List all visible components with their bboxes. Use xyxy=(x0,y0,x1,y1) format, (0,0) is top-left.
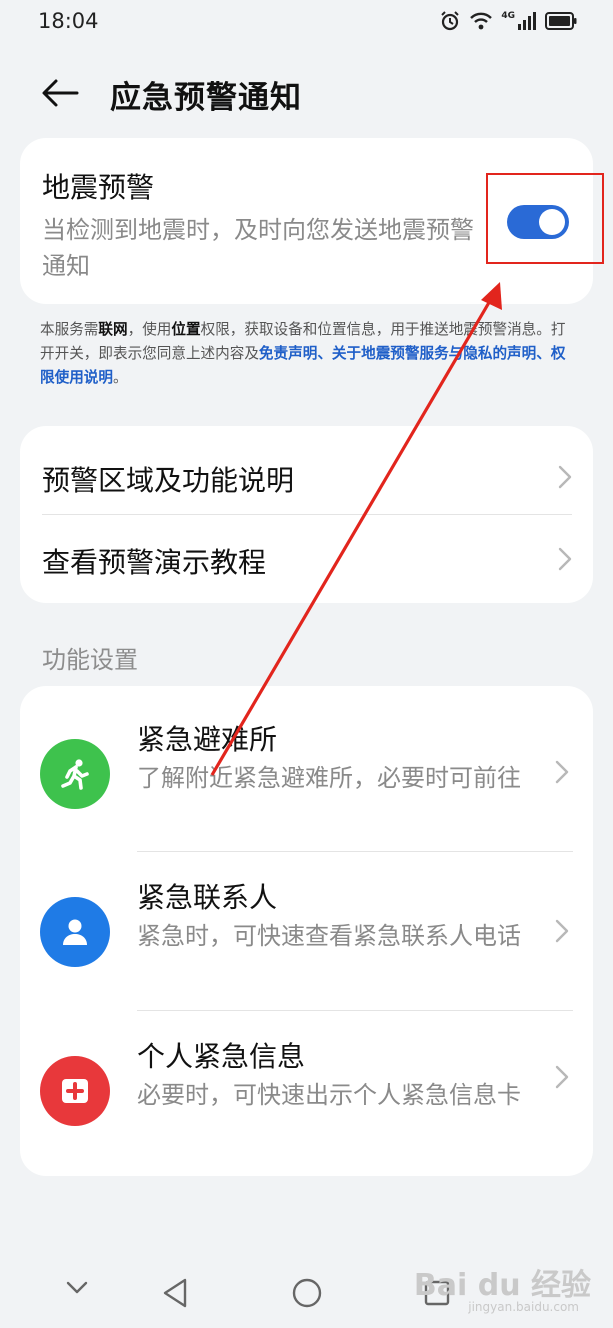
earthquake-warning-title: 地震预警 xyxy=(42,171,155,204)
wifi-icon xyxy=(469,11,493,31)
emergency-contact-item[interactable]: 紧急联系人 紧急时，可快速查看紧急联系人电话 xyxy=(20,852,593,1012)
annotation-highlight-box xyxy=(486,173,604,264)
person-icon xyxy=(40,897,110,967)
chevron-right-icon xyxy=(555,919,569,943)
functions-card: 紧急避难所 了解附近紧急避难所，必要时可前往 紧急联系人 紧急时，可快速查看紧急… xyxy=(20,686,593,1176)
func-description: 必要时，可快速出示个人紧急信息卡 xyxy=(137,1081,521,1109)
network-label: 4G xyxy=(501,11,515,21)
status-icons: 4G xyxy=(439,10,577,32)
link-separator: 、 xyxy=(317,345,332,362)
info-card: 预警区域及功能说明 查看预警演示教程 xyxy=(20,426,593,603)
section-label: 功能设置 xyxy=(42,646,138,674)
nav-back-button[interactable] xyxy=(158,1274,192,1312)
battery-icon xyxy=(545,12,577,30)
back-button[interactable] xyxy=(36,72,84,114)
notice-bold-location: 位置 xyxy=(171,321,201,338)
disclaimer-link[interactable]: 免责声明 xyxy=(259,345,317,362)
personal-emergency-info-item[interactable]: 个人紧急信息 必要时，可快速出示个人紧急信息卡 xyxy=(20,1011,593,1171)
row-label: 预警区域及功能说明 xyxy=(42,464,295,497)
row-label: 查看预警演示教程 xyxy=(42,546,267,579)
func-description: 了解附近紧急避难所，必要时可前往 xyxy=(137,764,521,792)
func-description: 紧急时，可快速查看紧急联系人电话 xyxy=(137,922,521,950)
page-title: 应急预警通知 xyxy=(110,80,302,116)
func-title: 个人紧急信息 xyxy=(137,1040,306,1073)
header: 应急预警通知 xyxy=(0,66,613,120)
warning-area-info-row[interactable]: 预警区域及功能说明 xyxy=(42,431,572,519)
medical-cross-icon xyxy=(40,1056,110,1126)
back-arrow-icon xyxy=(42,79,79,107)
notice-text: 。 xyxy=(112,369,128,386)
triangle-back-icon xyxy=(163,1278,187,1308)
chevron-right-icon xyxy=(555,760,569,784)
emergency-shelter-item[interactable]: 紧急避难所 了解附近紧急避难所，必要时可前往 xyxy=(20,686,593,846)
hide-nav-button[interactable] xyxy=(60,1272,94,1302)
chevron-right-icon xyxy=(558,465,572,489)
privacy-statement-link[interactable]: 关于地震预警服务与隐私的声明 xyxy=(332,345,536,362)
notice-text: ，使用 xyxy=(127,321,172,338)
chevron-right-icon xyxy=(558,547,572,571)
chevron-right-icon xyxy=(555,1065,569,1089)
circle-home-icon xyxy=(292,1278,322,1308)
func-title: 紧急避难所 xyxy=(137,723,278,756)
func-title: 紧急联系人 xyxy=(137,881,278,914)
earthquake-warning-description: 当检测到地震时，及时向您发送地震预警通知 xyxy=(42,216,474,280)
demo-tutorial-row[interactable]: 查看预警演示教程 xyxy=(42,513,572,601)
watermark: Bai du 经验 xyxy=(413,1268,591,1303)
page: 18:04 4G 应急预警通知 地震预警 当检测到地震时，及时向您发送地震预警通… xyxy=(0,0,613,1328)
watermark-url: jingyan.baidu.com xyxy=(468,1300,579,1314)
status-bar: 18:04 4G xyxy=(0,0,613,46)
signal-icon xyxy=(517,12,537,30)
notice-text: 本服务需 xyxy=(40,321,99,338)
link-separator: 、 xyxy=(536,345,551,362)
status-time: 18:04 xyxy=(38,9,99,33)
notice-bold-network: 联网 xyxy=(98,321,128,338)
running-person-icon xyxy=(40,739,110,809)
service-notice: 本服务需联网，使用位置权限，获取设备和位置信息，用于推送地震预警消息。打开开关，… xyxy=(40,318,580,390)
nav-home-button[interactable] xyxy=(288,1274,326,1312)
chevron-down-icon xyxy=(66,1281,88,1294)
alarm-icon xyxy=(439,10,461,32)
